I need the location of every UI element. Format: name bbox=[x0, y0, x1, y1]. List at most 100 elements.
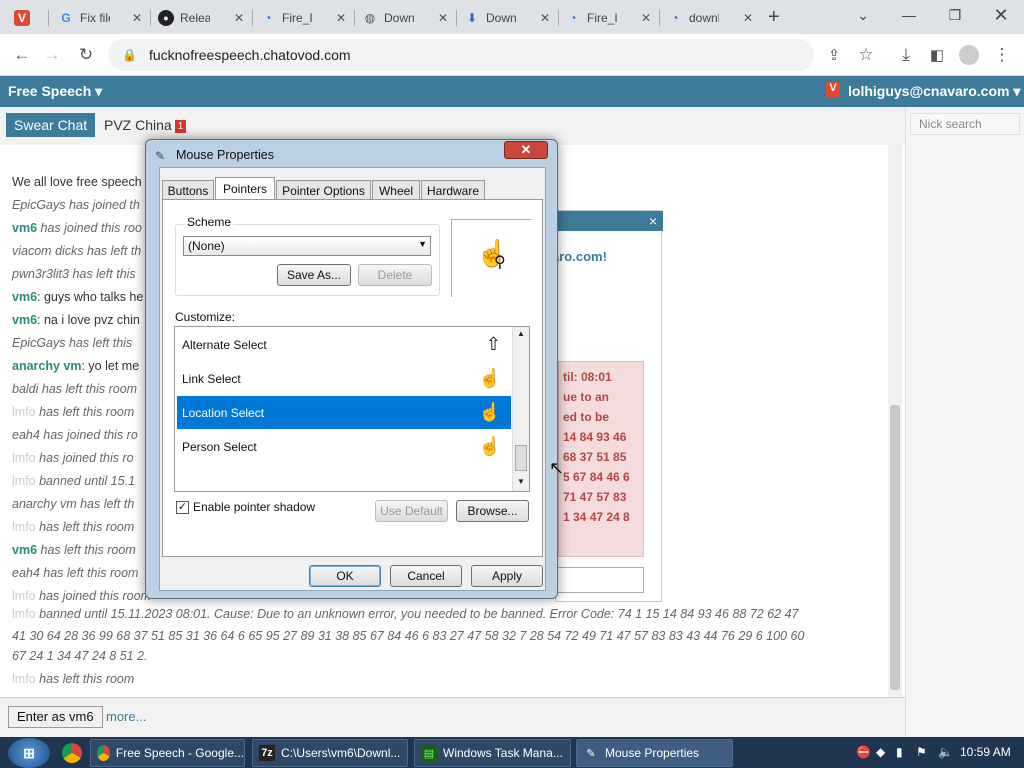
scroll-down-icon[interactable]: ▼ bbox=[517, 477, 525, 486]
ok-button[interactable]: OK bbox=[309, 565, 381, 587]
tab-vivaldi[interactable]: V bbox=[8, 4, 44, 32]
unread-badge: 1 bbox=[174, 119, 187, 133]
tab-fire-in-1[interactable]: ◔ Fire_In ✕ bbox=[254, 4, 354, 32]
taskbar-item-mouse-properties[interactable]: ✎ Mouse Properties bbox=[576, 739, 733, 767]
brand-menu[interactable]: Free Speech ▾ bbox=[8, 83, 102, 100]
delete-button[interactable]: Delete bbox=[358, 264, 432, 286]
network-icon[interactable]: ⛔ bbox=[856, 745, 871, 759]
message-nick[interactable]: lmfo bbox=[12, 589, 36, 603]
flag-icon[interactable]: ⚑ bbox=[916, 745, 927, 759]
menu-kebab-icon[interactable]: ⋮ bbox=[990, 43, 1014, 67]
enter-as-button[interactable]: Enter as vm6 bbox=[8, 706, 103, 728]
dialog-close-button[interactable]: ✕ bbox=[504, 141, 548, 159]
close-icon[interactable]: ✕ bbox=[234, 11, 244, 25]
taskbar-item-chrome[interactable]: Free Speech - Google... bbox=[90, 739, 245, 767]
tab-releases[interactable]: ● Releas ✕ bbox=[152, 4, 252, 32]
chrome-pinned-icon[interactable] bbox=[62, 743, 82, 763]
forward-icon[interactable]: → bbox=[40, 43, 64, 67]
account-menu[interactable]: lolhiguys@cnavaro.com ▾ bbox=[848, 83, 1020, 100]
use-default-button[interactable]: Use Default bbox=[375, 500, 448, 522]
message-nick[interactable]: lmfo bbox=[12, 405, 36, 419]
tab-search-icon[interactable]: ⌄ bbox=[840, 0, 886, 30]
browse-button[interactable]: Browse... bbox=[456, 500, 529, 522]
browser-toolbar: ← → ↻ 🔒 fucknofreespeech.chatovod.com ⇪ … bbox=[0, 34, 1024, 76]
apply-button[interactable]: Apply bbox=[471, 565, 543, 587]
windows-taskbar: ⊞ Free Speech - Google... 7z C:\Users\vm6… bbox=[0, 737, 1024, 768]
close-icon[interactable]: ✕ bbox=[641, 11, 651, 25]
close-icon[interactable]: ✕ bbox=[438, 11, 448, 25]
message-nick[interactable]: lmfo bbox=[12, 451, 36, 465]
tab-wheel[interactable]: Wheel bbox=[372, 180, 420, 200]
globe-icon: ◍ bbox=[364, 11, 376, 25]
close-icon[interactable]: ✕ bbox=[132, 11, 142, 25]
message-nick[interactable]: vm6 bbox=[12, 543, 37, 557]
chat-message: lmfo has left this room bbox=[12, 518, 134, 536]
close-icon[interactable]: × bbox=[649, 213, 657, 229]
message-nick[interactable]: lmfo bbox=[12, 672, 36, 686]
message-text: eah4 has joined this ro bbox=[12, 428, 138, 442]
scroll-up-icon[interactable]: ▲ bbox=[517, 329, 525, 338]
close-icon[interactable]: ✕ bbox=[540, 11, 550, 25]
close-icon[interactable]: ✕ bbox=[743, 11, 753, 25]
tab-pointers[interactable]: Pointers bbox=[215, 177, 275, 200]
list-item-link-select[interactable]: Link Select ☝ bbox=[177, 362, 511, 395]
tab-pointer-options[interactable]: Pointer Options bbox=[276, 180, 371, 200]
chat-message: lmfo has joined this ro bbox=[12, 449, 134, 467]
enable-shadow-checkbox[interactable]: ✓ bbox=[176, 501, 189, 514]
message-nick[interactable]: lmfo bbox=[12, 520, 36, 534]
downloads-icon[interactable]: ⤓ bbox=[894, 43, 918, 67]
mouse-icon: ✎ bbox=[586, 747, 596, 760]
chat-message: 41 30 64 28 36 99 68 37 51 85 31 36 64 6… bbox=[12, 627, 804, 645]
tab-fix-file[interactable]: G Fix file ✕ bbox=[52, 4, 150, 32]
share-icon[interactable]: ⇪ bbox=[822, 43, 846, 67]
address-bar[interactable]: 🔒 fucknofreespeech.chatovod.com bbox=[108, 39, 814, 71]
nick-search-input[interactable]: Nick search bbox=[910, 113, 1020, 135]
list-item-label: Alternate Select bbox=[182, 337, 267, 352]
profile-icon[interactable] bbox=[957, 43, 981, 67]
side-panel-icon[interactable]: ◧ bbox=[925, 43, 949, 67]
ban-dialog-site: aro.com! bbox=[552, 249, 607, 264]
close-icon[interactable]: ✕ bbox=[336, 11, 346, 25]
restore-icon[interactable]: ❐ bbox=[932, 0, 978, 30]
cancel-button[interactable]: Cancel bbox=[390, 565, 462, 587]
window-close-icon[interactable]: ✕ bbox=[978, 0, 1024, 30]
list-item-person-select[interactable]: Person Select ☝ bbox=[177, 430, 511, 463]
bookmark-star-icon[interactable]: ☆ bbox=[854, 43, 878, 67]
message-nick[interactable]: vm6 bbox=[12, 290, 37, 304]
chrome-icon bbox=[97, 745, 110, 761]
tab-down[interactable]: ◍ Down ✕ bbox=[356, 4, 456, 32]
tab-fire-in-2[interactable]: ◔ Fire_In ✕ bbox=[559, 4, 659, 32]
back-icon[interactable]: ← bbox=[10, 43, 34, 67]
save-as-button[interactable]: Save As... bbox=[277, 264, 351, 286]
list-item-alternate-select[interactable]: Alternate Select ⇧ bbox=[177, 328, 511, 361]
ban-dialog-input[interactable] bbox=[556, 567, 644, 593]
clock: 10:59 AM bbox=[960, 745, 1011, 759]
list-item-location-select[interactable]: Location Select ☝ bbox=[177, 396, 511, 429]
minimize-icon[interactable]: — bbox=[886, 0, 932, 30]
tab-pvz-china[interactable]: PVZ China 1 bbox=[104, 117, 187, 133]
start-button[interactable]: ⊞ bbox=[8, 738, 50, 768]
message-nick[interactable]: vm6 bbox=[12, 221, 37, 235]
reload-icon[interactable]: ↻ bbox=[74, 43, 98, 67]
tab-download[interactable]: ⬇ Downl ✕ bbox=[458, 4, 558, 32]
taskbar-item-7zip[interactable]: 7z C:\Users\vm6\Downl... bbox=[252, 739, 408, 767]
more-link[interactable]: more... bbox=[106, 709, 146, 724]
tab-hardware[interactable]: Hardware bbox=[421, 180, 485, 200]
taskbar-item-label: Windows Task Mana... bbox=[443, 746, 563, 760]
message-nick[interactable]: lmfo bbox=[12, 607, 36, 621]
security-icon[interactable]: ◆ bbox=[876, 745, 885, 759]
cursor-list-scrollbar[interactable]: ▲ ▼ bbox=[512, 327, 529, 491]
tab-buttons[interactable]: Buttons bbox=[162, 180, 214, 200]
battery-icon[interactable]: ▮ bbox=[896, 745, 903, 759]
scheme-select[interactable]: (None) ▼ bbox=[183, 236, 431, 256]
message-nick[interactable]: vm6 bbox=[12, 313, 37, 327]
scroll-thumb[interactable] bbox=[515, 445, 527, 471]
taskbar-item-task-manager[interactable]: ▤ Windows Task Mana... bbox=[414, 739, 571, 767]
tab-download-2[interactable]: ◔ downl ✕ bbox=[661, 4, 761, 32]
chat-scrollbar[interactable] bbox=[888, 145, 902, 697]
message-nick[interactable]: anarchy vm bbox=[12, 359, 81, 373]
message-nick[interactable]: lmfo bbox=[12, 474, 36, 488]
new-tab-button[interactable]: + bbox=[768, 6, 780, 29]
tab-swear-chat[interactable]: Swear Chat bbox=[6, 113, 96, 137]
volume-icon[interactable]: 🔈 bbox=[938, 745, 953, 759]
